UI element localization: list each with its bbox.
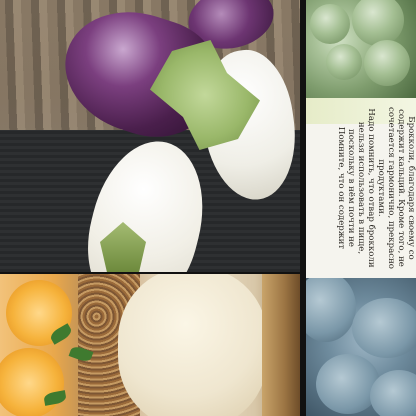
broccoli-floret [310, 4, 350, 44]
orange-flower [0, 348, 64, 416]
bowl-rim [262, 274, 300, 416]
cauliflower-leaves-photo [306, 278, 416, 416]
recipe-text-card: Брокколи, благодаря своему со содержит к… [306, 98, 416, 278]
leaf [316, 354, 380, 414]
broccoli-floret [364, 40, 410, 86]
eggplants-photo [0, 0, 300, 272]
text-line: содержит кальций. Кроме того, не [396, 109, 406, 267]
text-line: сочетается гармонично, прекрасно [386, 107, 396, 269]
text-line: продуктами. [376, 159, 386, 217]
leaf [352, 298, 416, 358]
text-line: поскольку в нём почти не [346, 129, 356, 247]
text-line: Помните, что он содержит [336, 126, 346, 250]
text-line: нельзя использовать в пище, [356, 121, 366, 255]
stuffed-dish-photo [0, 274, 300, 416]
photo-collage: Брокколи, благодаря своему со содержит к… [0, 0, 416, 416]
broccoli-floret [326, 44, 362, 80]
text-line: Брокколи, благодаря своему со [406, 116, 416, 260]
broccoli-photo [306, 0, 416, 98]
rotated-text-block: Брокколи, благодаря своему со содержит к… [306, 98, 416, 278]
text-line: Надо помнить, что отвар брокколи [366, 108, 376, 268]
broccoli-floret [352, 0, 404, 46]
leaf [306, 278, 356, 342]
stuffed-skin [118, 274, 268, 416]
